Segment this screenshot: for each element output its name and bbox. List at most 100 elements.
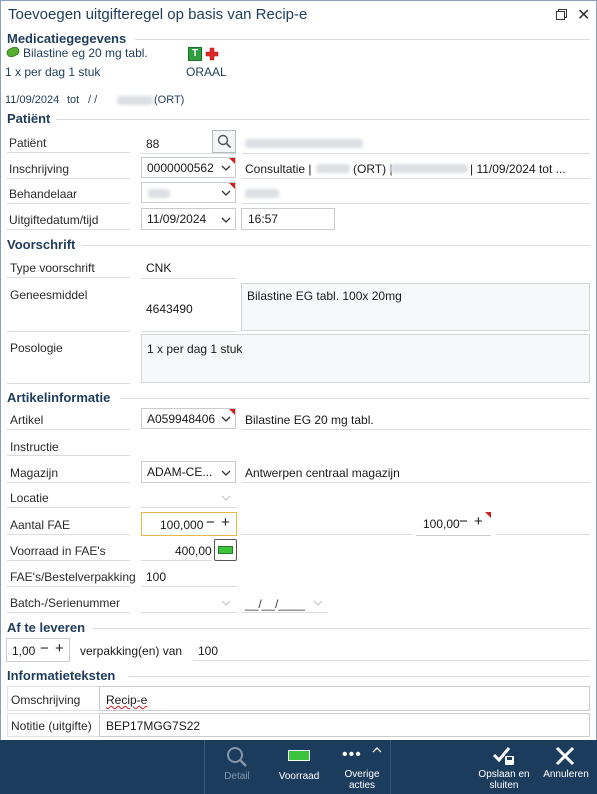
uitgifte-time-input[interactable]: 16:57 — [241, 208, 335, 230]
detail-label: Detail — [224, 771, 250, 782]
voorraad-status-button[interactable] — [214, 539, 237, 561]
instructie-label: Instructie — [7, 436, 130, 456]
batch-date[interactable]: __/__/____ — [245, 597, 305, 611]
geneesmiddel-code: 4643490 — [146, 302, 193, 316]
voorraad-button-label: Voorraad — [278, 771, 320, 782]
geneesmiddel-code-underline — [141, 331, 237, 332]
magazijn-select[interactable]: ADAM-CE... — [141, 461, 236, 483]
close-icon — [555, 746, 575, 766]
inschrijving-select[interactable]: 0000000562 — [141, 157, 236, 178]
magazijn-label: Magazijn — [7, 461, 130, 483]
uitgifte-label: Uitgiftedatum/tijd — [7, 208, 130, 230]
type-underline — [141, 278, 237, 279]
notitie-value: BEP17MGG7S22 — [106, 719, 201, 733]
magazijn-code: ADAM-CE... — [147, 465, 213, 479]
period-end: / / — [88, 94, 98, 106]
overige-label-1: Overige — [344, 769, 380, 780]
voorraad-label: Voorraad in FAE's — [7, 540, 130, 561]
artikel-select[interactable]: A059948406 — [141, 408, 236, 429]
plus-icon[interactable]: + — [221, 514, 230, 531]
artikel-label: Artikel — [7, 409, 130, 430]
fae-bestel-underline — [141, 586, 237, 587]
annuleren-label: Annuleren — [543, 769, 589, 780]
behandelaar-code-blurred — [148, 189, 170, 198]
more-icon: ••• — [342, 746, 362, 763]
patient-name-blurred — [245, 139, 363, 148]
notitie-label: Notitie (uitgifte) — [7, 713, 99, 737]
opslaan-label-1: Opslaan en — [478, 769, 530, 780]
type-voorschrift-label: Type voorschrift — [7, 258, 130, 278]
chevron-down-icon — [221, 470, 231, 476]
chevron-down-icon — [221, 495, 231, 501]
voorraad-value: 400,00 — [175, 544, 212, 558]
posologie-box: 1 x per dag 1 stuk — [141, 334, 590, 383]
consult-underline — [242, 178, 590, 179]
leveren-qty: 1,00 — [12, 644, 36, 658]
prescriber-suffix: (ORT) — [154, 94, 185, 106]
title-bar: Toevoegen uitgifteregel op basis van Rec… — [0, 0, 597, 28]
prescriber-name-blurred — [117, 96, 153, 105]
section-info-title: Informatieteksten — [7, 668, 116, 683]
overige-label-2: acties — [348, 780, 376, 791]
omschrijving-label: Omschrijving — [7, 686, 99, 711]
consult-ort: (ORT) | — [353, 162, 393, 176]
divider — [92, 628, 590, 629]
verpakking-text: verpakking(en) van — [80, 644, 183, 658]
minus-icon[interactable]: − — [459, 513, 468, 530]
overige-acties-button[interactable]: ••• Overige acties — [336, 744, 388, 792]
drug-name: Bilastine eg 20 mg tabl. — [23, 46, 148, 60]
posologie-underline — [7, 383, 130, 384]
patient-search-button[interactable] — [212, 130, 236, 153]
geneesmiddel-desc: Bilastine EG tabl. 100x 20mg — [247, 289, 402, 303]
locatie-select[interactable] — [141, 507, 237, 508]
behandelaar-select[interactable] — [141, 182, 236, 203]
fae-bestel-label: FAE's/Bestelverpakking — [7, 566, 136, 587]
aantal-fae-value: 100,000 — [160, 518, 204, 532]
artikel-desc: Bilastine EG 20 mg tabl. — [245, 413, 374, 427]
aantal-tail-underline — [496, 534, 590, 535]
pill-icon — [6, 47, 20, 57]
uitgifte-date-picker[interactable]: 11/09/2024 — [141, 208, 236, 230]
plus-icon[interactable]: + — [55, 640, 64, 657]
patient-name-underline — [242, 153, 590, 154]
batch-date-underline — [242, 612, 328, 613]
artikel-code: A059948406 — [147, 412, 216, 426]
voorraad-underline — [141, 560, 212, 561]
restore-icon[interactable] — [556, 9, 567, 20]
notitie-input[interactable]: BEP17MGG7S22 — [99, 713, 590, 737]
chevron-down-icon — [221, 190, 231, 196]
omschrijving-value: Recip-e — [106, 693, 148, 707]
consult-tail: | 11/09/2024 tot ... — [470, 162, 566, 176]
omschrijving-input[interactable]: Recip-e — [99, 686, 590, 711]
divider — [120, 398, 590, 399]
minus-icon[interactable]: − — [206, 514, 215, 531]
geneesmiddel-label: Geneesmiddel — [10, 288, 88, 302]
consult-text: Consultatie | — [245, 162, 312, 176]
minus-icon[interactable]: − — [40, 640, 49, 657]
opslaan-sluiten-button[interactable]: Opslaan en sluiten — [476, 744, 532, 792]
aantal-fae-input[interactable]: 100,000 − + — [141, 512, 237, 536]
section-artikel-title: Artikelinformatie — [7, 390, 111, 405]
patient-underline — [141, 153, 237, 154]
window-title: Toevoegen uitgifteregel op basis van Rec… — [8, 6, 308, 23]
magazijn-desc: Antwerpen centraal magazijn — [245, 466, 400, 480]
artikel-desc-underline — [242, 429, 590, 430]
period-start: 11/09/2024 — [5, 94, 60, 106]
required-marker — [229, 183, 235, 189]
leveren-qty-stepper[interactable]: 1,00 − + — [6, 638, 70, 662]
close-icon[interactable]: ✕ — [577, 5, 590, 25]
magazijn-desc-underline — [242, 482, 590, 483]
annuleren-button[interactable]: Annuleren — [540, 744, 592, 790]
stock-level-icon — [288, 750, 310, 761]
plus-icon[interactable]: + — [474, 513, 483, 530]
aantal-fae-input-2[interactable]: 100,00 − + — [416, 512, 491, 536]
detail-button[interactable]: Detail — [214, 744, 260, 790]
section-voorschrift-title: Voorschrift — [7, 237, 76, 252]
toolbar-separator — [390, 740, 391, 794]
batch-select[interactable] — [141, 612, 237, 613]
voorraad-button[interactable]: Voorraad — [274, 744, 324, 790]
chevron-down-icon — [221, 416, 231, 422]
divider — [135, 39, 590, 40]
opslaan-label-2: sluiten — [489, 780, 519, 791]
geneesmiddel-underline — [7, 331, 130, 332]
